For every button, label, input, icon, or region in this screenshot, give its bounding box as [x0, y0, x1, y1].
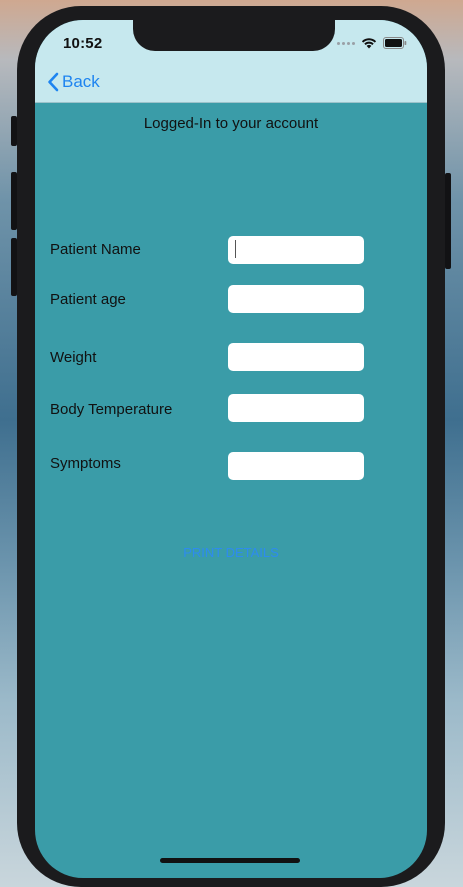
print-details-button[interactable]: PRINT DETAILS: [35, 545, 427, 560]
volume-up-button: [11, 172, 17, 230]
weight-label: Weight: [50, 349, 97, 366]
weight-input[interactable]: [228, 343, 364, 371]
navigation-bar: 10:52 Back: [35, 20, 427, 103]
patient-name-label: Patient Name: [50, 241, 141, 258]
patient-age-label: Patient age: [50, 291, 126, 308]
body-temperature-label: Body Temperature: [50, 401, 173, 418]
app-screen: 10:52 Back Logged-In to your account Pat…: [35, 20, 427, 878]
home-indicator[interactable]: [160, 858, 300, 863]
chevron-left-icon: [48, 72, 59, 92]
device-notch: [133, 20, 335, 51]
text-cursor: [235, 240, 236, 258]
wifi-icon: [361, 38, 377, 49]
signal-icon: [337, 41, 355, 45]
page-title: Logged-In to your account: [143, 115, 319, 132]
status-time: 10:52: [63, 35, 103, 52]
patient-age-input[interactable]: [228, 285, 364, 313]
back-button[interactable]: Back: [47, 72, 100, 92]
volume-down-button: [11, 238, 17, 296]
body-temperature-input[interactable]: [228, 394, 364, 422]
mute-switch: [11, 116, 17, 146]
back-label: Back: [62, 72, 100, 91]
symptoms-label: Symptoms: [50, 455, 121, 472]
symptoms-input[interactable]: [228, 452, 364, 480]
battery-icon: [383, 37, 407, 49]
patient-name-input[interactable]: [228, 236, 364, 264]
status-icons: [337, 37, 407, 49]
power-button: [445, 173, 451, 269]
